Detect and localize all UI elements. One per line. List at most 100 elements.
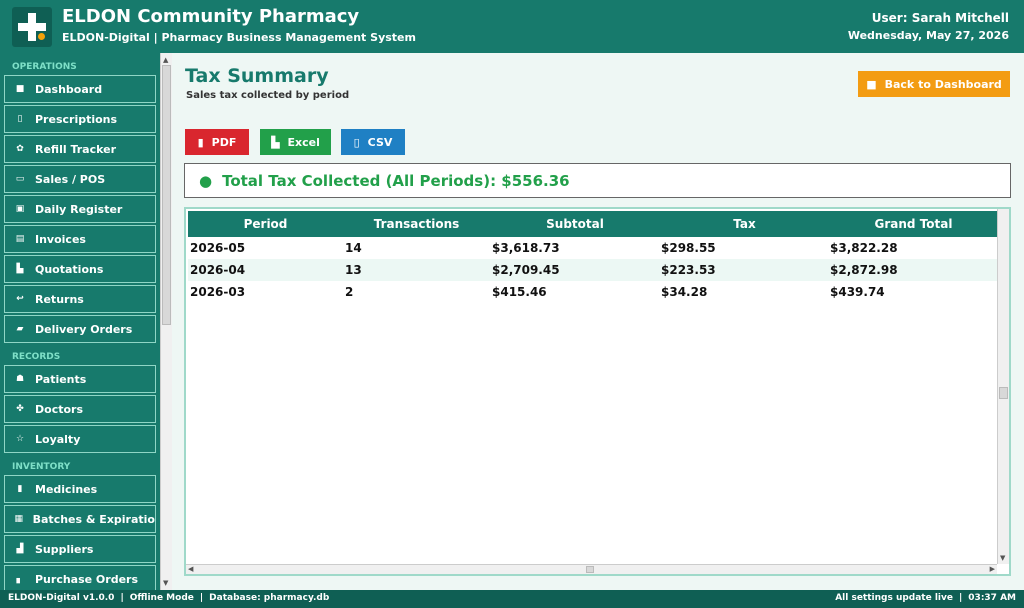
return-icon: ↩	[16, 294, 24, 304]
sidebar-item-label: Prescriptions	[35, 112, 118, 126]
page-title: Tax Summary	[185, 65, 329, 87]
sidebar-item-label: Loyalty	[35, 432, 81, 446]
scroll-down-icon[interactable]: ▼	[1000, 554, 1005, 562]
sidebar-item-dashboard[interactable]: ■ Dashboard	[4, 75, 156, 103]
column-header-transactions[interactable]: Transactions	[343, 211, 490, 237]
register-icon: ▣	[15, 204, 25, 214]
clock-label: 03:37 AM	[968, 593, 1016, 603]
sidebar-item-loyalty[interactable]: ☆ Loyalty	[4, 425, 156, 453]
sidebar-item-label: Quotations	[35, 262, 104, 276]
scroll-left-icon[interactable]: ◀	[188, 565, 193, 573]
cell-period: 2026-03	[190, 285, 246, 299]
home-icon: ■	[866, 77, 877, 91]
excel-label: Excel	[287, 135, 320, 149]
sidebar-item-label: Sales / POS	[35, 172, 106, 186]
sidebar-item-returns[interactable]: ↩ Returns	[4, 285, 156, 313]
sidebar-item-label: Medicines	[35, 482, 98, 496]
sidebar-item-label: Batches & Expiratio	[32, 512, 155, 526]
export-csv-button[interactable]: ▯ CSV	[341, 129, 405, 155]
cell-tax: $298.55	[661, 241, 716, 255]
table-vscroll-thumb[interactable]	[999, 387, 1008, 399]
home-icon: ■	[15, 84, 25, 94]
column-header-tax[interactable]: Tax	[660, 211, 829, 237]
scroll-up-icon[interactable]: ▲	[163, 56, 168, 64]
prescription-icon: ▯	[17, 114, 23, 124]
sidebar-item-quotations[interactable]: ▙ Quotations	[4, 255, 156, 283]
sidebar-item-suppliers[interactable]: ▟ Suppliers	[4, 535, 156, 563]
scroll-right-icon[interactable]: ▶	[990, 565, 995, 573]
sidebar-item-daily-register[interactable]: ▣ Daily Register	[4, 195, 156, 223]
table-row[interactable]: 2026-04 13 $2,709.45 $223.53 $2,872.98	[188, 259, 998, 281]
table-row[interactable]: 2026-03 2 $415.46 $34.28 $439.74	[188, 281, 998, 303]
invoice-icon: ▤	[15, 234, 25, 244]
back-to-dashboard-button[interactable]: ■ Back to Dashboard	[858, 71, 1010, 97]
csv-label: CSV	[367, 135, 393, 149]
column-header-period[interactable]: Period	[188, 211, 343, 237]
clipboard-icon: ▯	[353, 135, 360, 149]
patients-icon: ☗	[15, 374, 25, 384]
refill-icon: ✿	[16, 144, 24, 154]
sidebar-item-patients[interactable]: ☗ Patients	[4, 365, 156, 393]
sidebar-item-batches-expiratio[interactable]: ▦ Batches & Expiratio	[4, 505, 156, 533]
sidebar-item-prescriptions[interactable]: ▯ Prescriptions	[4, 105, 156, 133]
export-pdf-button[interactable]: ▮ PDF	[185, 129, 249, 155]
sidebar-item-medicines[interactable]: ▮ Medicines	[4, 475, 156, 503]
cell-grand-total: $439.74	[830, 285, 885, 299]
sidebar-scrollbar[interactable]: ▲ ▼	[160, 53, 172, 590]
cell-transactions: 14	[345, 241, 362, 255]
cell-subtotal: $3,618.73	[492, 241, 560, 255]
doctor-icon: ✤	[16, 404, 24, 414]
cell-subtotal: $2,709.45	[492, 263, 560, 277]
cell-subtotal: $415.46	[492, 285, 547, 299]
sidebar-scroll-thumb[interactable]	[162, 65, 171, 325]
sidebar-section-heading: RECORDS	[12, 352, 61, 362]
sidebar-item-label: Doctors	[35, 402, 83, 416]
cell-period: 2026-05	[190, 241, 246, 255]
tax-table: Period Transactions Subtotal Tax Grand T…	[184, 207, 1011, 576]
cell-grand-total: $2,872.98	[830, 263, 898, 277]
total-tax-summary: ● Total Tax Collected (All Periods): $55…	[184, 163, 1011, 198]
sidebar-item-purchase-orders[interactable]: ▖ Purchase Orders	[4, 565, 156, 590]
supplier-icon: ▟	[16, 544, 24, 554]
sidebar-item-refill-tracker[interactable]: ✿ Refill Tracker	[4, 135, 156, 163]
table-vertical-scrollbar[interactable]: ▼	[997, 209, 1009, 564]
sidebar-item-label: Daily Register	[35, 202, 123, 216]
sidebar-item-label: Dashboard	[35, 82, 103, 96]
pos-icon: ▭	[15, 174, 25, 184]
cell-transactions: 13	[345, 263, 362, 277]
table-row[interactable]: 2026-05 14 $3,618.73 $298.55 $3,822.28	[188, 237, 998, 259]
sidebar-section-heading: OPERATIONS	[12, 62, 77, 72]
sidebar-item-sales-pos[interactable]: ▭ Sales / POS	[4, 165, 156, 193]
sidebar-item-label: Patients	[35, 372, 87, 386]
cell-tax: $34.28	[661, 285, 708, 299]
sidebar-item-delivery-orders[interactable]: ▰ Delivery Orders	[4, 315, 156, 343]
app-title: ELDON Community Pharmacy	[62, 6, 360, 27]
chart-icon: ▙	[271, 135, 280, 149]
status-bar: ELDON-Digital v1.0.0 | Offline Mode | Databa…	[0, 590, 1024, 608]
sidebar-item-doctors[interactable]: ✤ Doctors	[4, 395, 156, 423]
version-label: ELDON-Digital v1.0.0	[8, 593, 115, 603]
quotation-icon: ▙	[16, 264, 24, 274]
table-hscroll-thumb[interactable]	[586, 566, 594, 573]
scroll-down-icon[interactable]: ▼	[163, 579, 168, 587]
table-header: Period Transactions Subtotal Tax Grand T…	[188, 211, 998, 237]
column-header-grand-total[interactable]: Grand Total	[829, 211, 998, 237]
app-subtitle: ELDON-Digital | Pharmacy Business Manage…	[62, 31, 416, 44]
status-left: ELDON-Digital v1.0.0 | Offline Mode | Databa…	[8, 593, 330, 603]
sidebar-item-label: Purchase Orders	[35, 572, 139, 586]
purchase-icon: ▖	[16, 574, 24, 584]
export-excel-button[interactable]: ▙ Excel	[260, 129, 331, 155]
pharmacy-cross-icon	[12, 7, 52, 47]
pdf-icon: ▮	[197, 135, 204, 149]
sidebar-item-label: Refill Tracker	[35, 142, 117, 156]
table-horizontal-scrollbar[interactable]: ◀ ▶	[186, 564, 997, 574]
back-button-label: Back to Dashboard	[884, 77, 1002, 91]
total-tax-label: Total Tax Collected (All Periods): $556.…	[222, 171, 570, 190]
cell-tax: $223.53	[661, 263, 716, 277]
status-right: All settings update live | 03:37 AM	[835, 593, 1016, 603]
column-header-subtotal[interactable]: Subtotal	[490, 211, 660, 237]
sidebar: OPERATIONS ■ Dashboard ▯ Prescriptions ✿ Refil…	[0, 53, 172, 590]
money-bag-icon: ●	[199, 171, 213, 190]
sidebar-item-invoices[interactable]: ▤ Invoices	[4, 225, 156, 253]
cell-transactions: 2	[345, 285, 354, 299]
